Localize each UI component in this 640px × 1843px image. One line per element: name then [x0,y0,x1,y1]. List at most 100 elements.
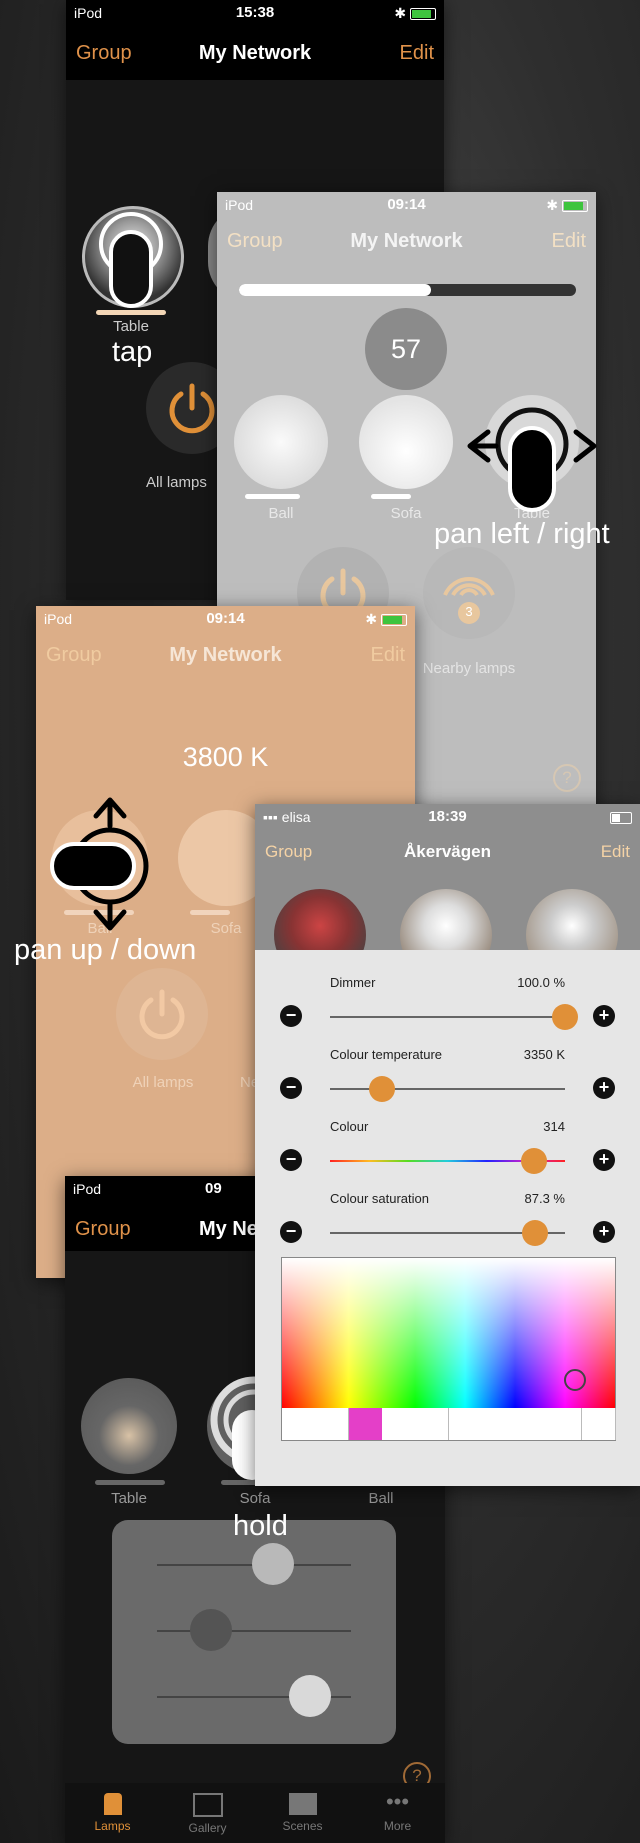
edit-button[interactable]: Edit [601,842,630,862]
pan-up-down-hand-icon [50,797,149,931]
colour-picker-cursor[interactable] [564,1369,586,1391]
tab-lamps-label: Lamps [94,1819,131,1833]
colour-saturation-value: 87.3 % [524,1191,565,1206]
colour-swatch[interactable] [315,1408,350,1440]
colour-temperature-knob[interactable] [368,1076,395,1102]
lamp-table-level [96,310,166,315]
dimmer-value: 100.0 % [517,975,565,990]
colour-swatch[interactable] [381,1408,416,1440]
tap-hand-icon [99,212,163,308]
gesture-pan-left-right-label: pan left / right [434,518,610,550]
power-button[interactable] [116,968,208,1060]
colour-saturation-plus-button[interactable]: + [593,1221,615,1243]
colour-temperature-plus-button[interactable]: + [593,1077,615,1099]
tab-more-label: More [383,1819,412,1833]
colour-plus-button[interactable]: + [593,1149,615,1171]
tab-scenes[interactable]: Scenes [255,1783,350,1843]
quick-control-panel [112,1520,396,1744]
status-bar: iPod 09:14 ✱ [217,192,596,218]
colour-saturation-label: Colour saturation [330,1191,429,1206]
page-title: My Network [169,644,282,666]
lamp-table[interactable] [81,1378,177,1474]
progress-fill [239,284,432,296]
colour-minus-button[interactable]: − [280,1149,302,1171]
nav-bar: Group Åkervägen Edit [255,834,640,874]
colour-knob[interactable] [521,1148,548,1174]
edit-button[interactable]: Edit [400,42,434,65]
power-icon [139,989,185,1040]
all-lamps-label: All lamps [132,1074,194,1091]
battery-icon [610,809,632,825]
battery-icon: ✱ [394,5,436,22]
more-icon: ••• [385,1789,410,1814]
colour-swatch[interactable] [448,1408,483,1440]
pan-left-right-hand-icon [467,407,597,512]
tab-bar: Lamps Gallery Scenes ••• More [65,1783,445,1843]
colour-swatch[interactable] [348,1408,383,1440]
help-button[interactable]: ? [553,764,581,792]
panel-slider-knob[interactable] [252,1543,295,1585]
nav-bar: Group My Network Edit [66,34,444,74]
panel-slider-knob[interactable] [289,1675,332,1717]
colour-saturation-row: Colour saturation 87.3 % − + [255,1184,640,1246]
edit-button[interactable]: Edit [371,644,405,667]
panel-slider-knob[interactable] [190,1609,233,1651]
status-bar: iPod 09:14 ✱ [36,606,415,632]
page-title: My Ne [199,1218,258,1240]
lamp-sofa[interactable] [359,395,453,489]
colour-swatch[interactable] [282,1408,316,1440]
colour-temperature-row: Colour temperature 3350 K − + [255,1040,640,1102]
dimmer-minus-button[interactable]: − [280,1005,302,1027]
gesture-hold-label: hold [233,1510,288,1542]
lamp-ball[interactable] [234,395,328,489]
colour-temperature-label: Colour temperature [330,1047,442,1062]
nearby-lamps-button[interactable]: 3 [423,547,515,639]
lamp-sofa-level [371,494,411,499]
screen-colour-controls: ▪▪▪ elisa 18:39 Group Åkervägen Edit Dim… [255,804,640,1486]
dimmer-knob[interactable] [552,1004,578,1030]
dimmer-plus-button[interactable]: + [593,1005,615,1027]
dimmer-label: Dimmer [330,975,376,990]
page-title: Åkervägen [404,842,491,861]
colour-picker[interactable] [281,1257,616,1409]
colour-swatch[interactable] [548,1408,583,1440]
tab-gallery[interactable]: Gallery [160,1783,255,1843]
gesture-pan-up-down-label: pan up / down [14,934,197,966]
page-title: My Network [350,230,463,252]
lamp-table-label: Table [113,318,149,335]
lamp-ball-label: Ball [368,1490,394,1507]
lamp-sofa-label: Sofa [239,1490,271,1507]
edit-button[interactable]: Edit [552,230,586,253]
gesture-tap-label: tap [112,336,153,368]
status-bar: ▪▪▪ elisa 18:39 [255,804,640,830]
colour-temperature-track[interactable] [330,1088,565,1090]
colour-temperature-value: 3350 K [523,1047,565,1062]
colour-swatches [281,1408,616,1441]
page-title: My Network [198,42,312,64]
value-badge: 57 [365,308,447,390]
colour-swatch[interactable] [515,1408,550,1440]
colour-swatch[interactable] [581,1408,616,1440]
nav-bar: Group My Network Edit [36,636,415,676]
lamp-icon [103,1793,122,1815]
colour-swatch[interactable] [481,1408,516,1440]
tab-more[interactable]: ••• More [350,1783,445,1843]
colour-swatch[interactable] [415,1408,450,1440]
colour-temperature-minus-button[interactable]: − [280,1077,302,1099]
colour-saturation-minus-button[interactable]: − [280,1221,302,1243]
clock: 09 [205,1180,222,1197]
nearby-lamps-label: Nearby lamps [422,660,516,677]
lamp-table-level [95,1480,165,1485]
dimmer-track[interactable] [330,1016,565,1018]
lamp-table-label: Table [111,1490,147,1507]
tab-lamps[interactable]: Lamps [65,1783,160,1843]
tab-scenes-label: Scenes [282,1819,323,1833]
clock: 09:14 [206,610,245,627]
group-button[interactable]: Group [75,1218,131,1241]
signal-icon [443,577,495,624]
panel-track [157,1630,351,1632]
colour-saturation-knob[interactable] [522,1220,549,1246]
progress-track [239,284,576,296]
status-bar: iPod 15:38 ✱ [66,0,444,26]
lamp-ball-label: Ball [268,505,294,522]
